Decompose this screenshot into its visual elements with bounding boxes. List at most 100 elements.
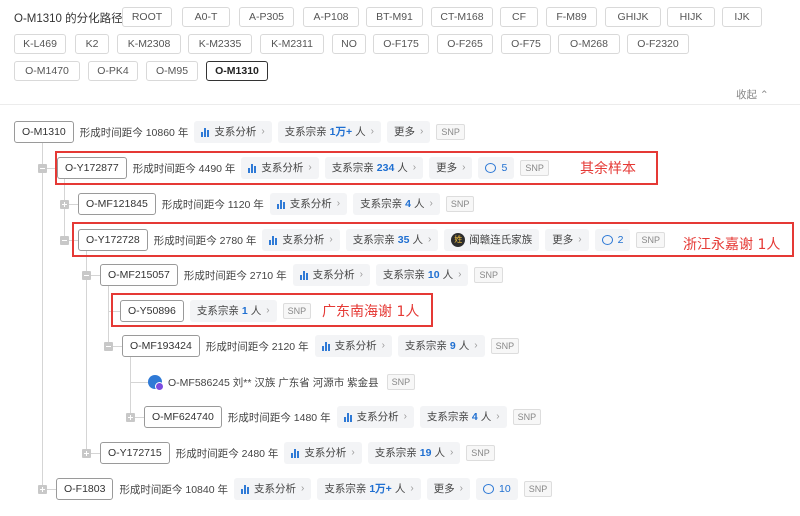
bar-chart-icon (291, 448, 300, 458)
path-chip-o-f265[interactable]: O-F265 (437, 34, 493, 54)
annotation-guangdong: 广东南海谢 1人 (322, 304, 420, 320)
clan-members-button[interactable]: 支系宗亲 4 人 › (419, 406, 507, 428)
branch-analysis-button[interactable]: 支系分析 › (269, 193, 348, 215)
tree-row-o-f1803: O-F1803 形成时间距今 10840 年 支系分析 › 支系宗亲 1万+ 人 › 更… (56, 478, 553, 500)
path-chip-k-m2308[interactable]: K-M2308 (117, 34, 181, 54)
path-chip-ct-m168[interactable]: CT-M168 (431, 7, 493, 27)
branch-analysis-button[interactable]: 支系分析 › (336, 406, 414, 428)
tree-row-o-mf193424: O-MF193424 形成时间距今 2120 年 支系分析 › 支系宗亲 9 人 › S… (122, 335, 520, 357)
path-chip-o-f175[interactable]: O-F175 (373, 34, 429, 54)
formation-age: 形成时间距今 2120 年 (205, 340, 309, 353)
tree-row-person-sample: O-MF586245 刘** 汉族 广东省 河源市 紫金县 SNP (148, 371, 416, 393)
tree-line-level-3 (86, 250, 87, 453)
chevron-right-icon: › (429, 198, 433, 209)
branch-analysis-label: 支系分析 (312, 269, 355, 281)
path-chip-ijk[interactable]: IJK (722, 7, 762, 27)
bar-chart-icon (201, 127, 210, 137)
bar-chart-icon (343, 412, 352, 422)
path-chip-o-f2320[interactable]: O-F2320 (627, 34, 689, 54)
path-chip-o-m1310-active[interactable]: O-M1310 (206, 61, 268, 81)
haplogroup-node[interactable]: O-F1803 (56, 478, 114, 500)
haplogroup-node[interactable]: O-MF121845 (78, 193, 156, 215)
clan-members-button[interactable]: 支系宗亲 1万+ 人 › (277, 121, 381, 143)
clan-members-button[interactable]: 支系宗亲 19 人 › (367, 442, 461, 464)
clan-members-button[interactable]: 支系宗亲 1万+ 人 › (317, 478, 421, 500)
path-chip-a0-t[interactable]: A0-T (182, 7, 230, 27)
collapse-node-toggle[interactable] (82, 271, 91, 280)
clan-members-button[interactable]: 支系宗亲 9 人 › (397, 335, 485, 357)
path-chip-o-f75[interactable]: O-F75 (501, 34, 551, 54)
person-unit: 人 (434, 447, 445, 459)
path-chip-no[interactable]: NO (332, 34, 366, 54)
collapse-node-toggle[interactable] (104, 342, 113, 351)
haplogroup-node[interactable]: O-MF193424 (122, 335, 200, 357)
snp-badge[interactable]: SNP (386, 374, 416, 390)
path-chip-k-l469[interactable]: K-L469 (14, 34, 66, 54)
clan-label: 支系宗亲 (426, 411, 469, 423)
path-chip-f-m89[interactable]: F-M89 (546, 7, 597, 27)
haplogroup-node[interactable]: O-M1310 (14, 121, 74, 143)
person-unit: 人 (480, 411, 492, 423)
comments-button[interactable]: 10 (476, 478, 518, 500)
haplogroup-node[interactable]: O-MF215057 (100, 264, 178, 286)
branch-analysis-button[interactable]: 支系分析 › (284, 442, 362, 464)
snp-badge[interactable]: SNP (474, 267, 503, 283)
clan-members-button[interactable]: 支系宗亲 4 人 › (353, 193, 440, 215)
path-chip-o-m268[interactable]: O-M268 (558, 34, 620, 54)
path-chip-ghijk[interactable]: GHIJK (605, 7, 661, 27)
snp-badge[interactable]: SNP (466, 445, 495, 461)
annotation-rest-samples: 其余样本 (580, 161, 636, 177)
collapse-node-toggle[interactable] (60, 236, 69, 245)
path-chip-root[interactable]: ROOT (122, 7, 172, 27)
clan-count: 9 (449, 340, 456, 352)
expand-node-toggle[interactable] (60, 200, 69, 209)
path-chip-o-pk4[interactable]: O-PK4 (88, 61, 138, 81)
branch-analysis-button[interactable]: 支系分析 › (233, 478, 312, 500)
path-chip-k-m2311[interactable]: K-M2311 (260, 34, 324, 54)
tree-row-o-m1310: O-M1310 形成时间距今 10860 年 支系分析 › 支系宗亲 1万+ 人 › 更… (14, 121, 465, 143)
path-chip-o-m1470[interactable]: O-M1470 (14, 61, 80, 81)
more-button[interactable]: 更多 › (426, 478, 470, 500)
snp-badge[interactable]: SNP (523, 481, 553, 497)
header-divider (0, 104, 800, 105)
path-chip-o-m95[interactable]: O-M95 (146, 61, 198, 81)
chevron-right-icon: › (359, 269, 363, 280)
path-chip-bt-m91[interactable]: BT-M91 (366, 7, 423, 27)
expand-node-toggle[interactable] (82, 449, 91, 458)
tree-row-o-y172715: O-Y172715 形成时间距今 2480 年 支系分析 › 支系宗亲 19 人 › S… (100, 442, 495, 464)
expand-node-toggle[interactable] (38, 485, 47, 494)
path-chip-a-p305[interactable]: A-P305 (239, 7, 294, 27)
more-button[interactable]: 更多 › (387, 121, 431, 143)
haplogroup-node[interactable]: O-MF624740 (144, 406, 222, 428)
tree-line-level-1 (42, 143, 43, 489)
haplogroup-node[interactable]: O-Y172715 (100, 442, 170, 464)
snp-badge[interactable]: SNP (512, 409, 542, 425)
snp-badge[interactable]: SNP (436, 124, 465, 140)
branch-analysis-button[interactable]: 支系分析 › (194, 121, 272, 143)
chevron-up-icon: ⌃ (759, 89, 769, 101)
path-chip-cf[interactable]: CF (500, 7, 538, 27)
chevron-right-icon: › (351, 447, 355, 458)
path-chip-a-p108[interactable]: A-P108 (303, 7, 359, 27)
clan-members-button[interactable]: 支系宗亲 10 人 › (375, 264, 469, 286)
branch-analysis-button[interactable]: 支系分析 › (314, 335, 392, 357)
annotation-zhejiang: 浙江永嘉谢 1人 (683, 237, 781, 253)
path-chip-k-m2335[interactable]: K-M2335 (188, 34, 252, 54)
branch-analysis-button[interactable]: 支系分析 › (292, 264, 370, 286)
expand-node-toggle[interactable] (126, 413, 135, 422)
tree-line-level-5 (130, 357, 131, 417)
sample-person-info[interactable]: O-MF586245 刘** 汉族 广东省 河源市 紫金县 (168, 375, 379, 390)
tree-branch (130, 382, 148, 383)
snp-badge[interactable]: SNP (445, 196, 475, 212)
path-chip-hijk[interactable]: HIJK (667, 7, 715, 27)
collapse-node-toggle[interactable] (38, 164, 47, 173)
person-unit: 人 (458, 340, 470, 352)
path-chip-k2[interactable]: K2 (75, 34, 109, 54)
clan-count: 10 (427, 269, 440, 281)
clan-label: 支系宗亲 (324, 483, 367, 495)
branch-analysis-label: 支系分析 (289, 198, 332, 210)
chevron-right-icon: › (496, 411, 500, 422)
snp-badge[interactable]: SNP (490, 338, 520, 354)
collapse-toggle[interactable]: 收起 ⌃ (736, 87, 769, 102)
user-avatar-icon (148, 375, 164, 391)
